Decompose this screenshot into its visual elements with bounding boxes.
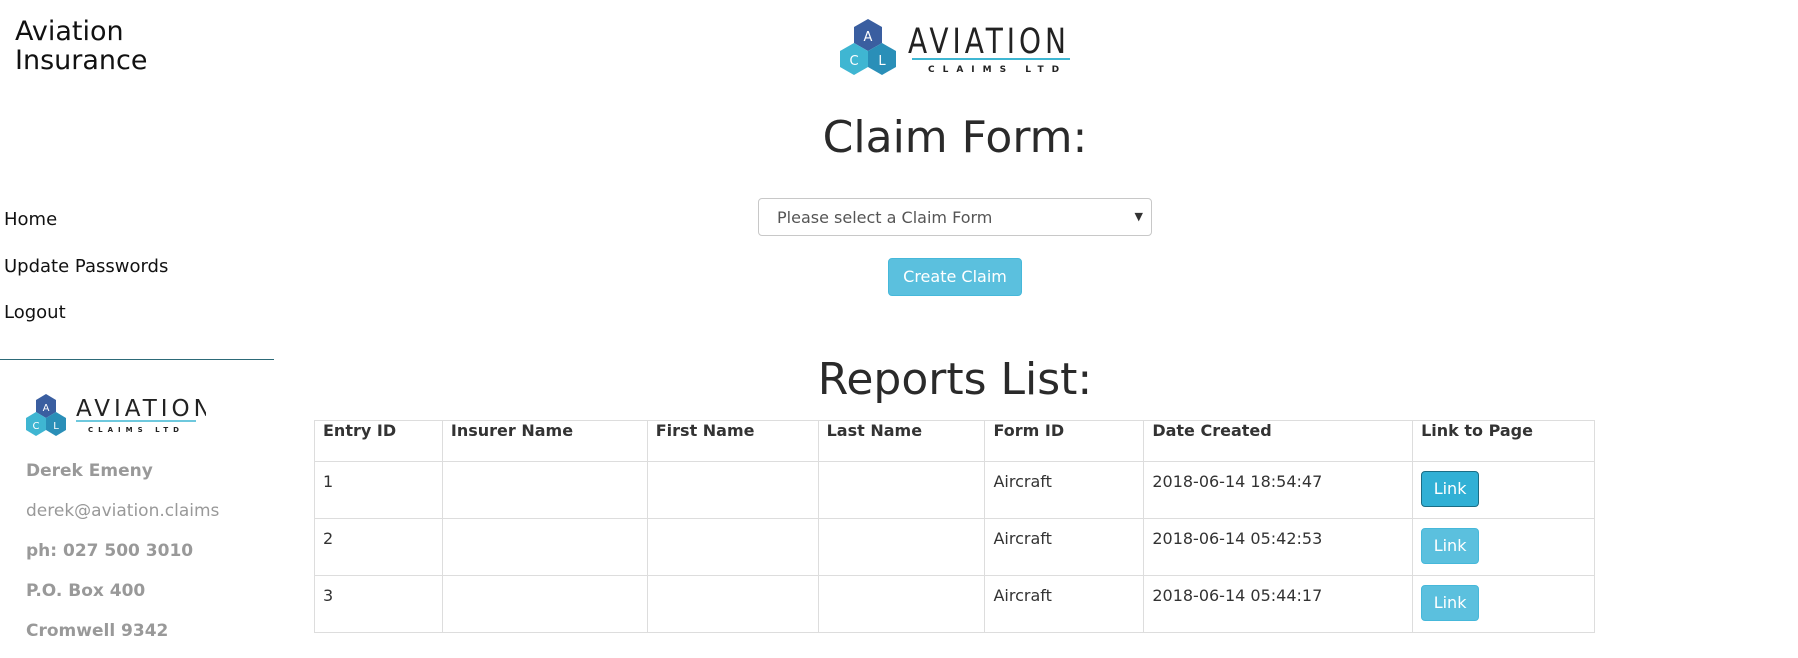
cell-last-name: [817, 461, 986, 519]
header-logo-letter-c: C: [849, 54, 858, 69]
contact-phone: ph: 027 500 3010: [26, 541, 194, 561]
table-row: 3 Aircraft 2018-06-14 05:44:17 Link: [314, 575, 1595, 633]
claim-form-select[interactable]: Please select a Claim Form ▼: [758, 198, 1152, 236]
cell-form-id: Aircraft: [984, 461, 1145, 519]
contact-name: Derek Emeny: [26, 461, 153, 481]
cell-date-created: 2018-06-14 18:54:47: [1143, 461, 1414, 519]
cell-insurer-name: [441, 461, 648, 519]
nav-update-passwords[interactable]: Update Passwords: [4, 252, 168, 299]
nav-home[interactable]: Home: [4, 205, 168, 252]
cell-first-name: [646, 575, 819, 633]
nav-logout[interactable]: Logout: [4, 298, 168, 345]
link-button[interactable]: Link: [1421, 528, 1480, 564]
column-header: Form ID: [984, 420, 1145, 462]
header-logo: A C L AVIATION CLAIMS LTD: [840, 15, 1080, 83]
column-header: Date Created: [1143, 420, 1414, 462]
cell-first-name: [646, 518, 819, 576]
contact-info: Derek Emeny derek@aviation.claims ph: 02…: [26, 458, 219, 658]
chevron-down-icon: ▼: [1134, 210, 1143, 223]
cell-insurer-name: [441, 575, 648, 633]
contact-po-box: P.O. Box 400: [26, 581, 146, 601]
header-logo-letter-a: A: [864, 30, 873, 45]
table-row: 1 Aircraft 2018-06-14 18:54:47 Link: [314, 461, 1595, 519]
link-button[interactable]: Link: [1421, 585, 1480, 621]
create-claim-button[interactable]: Create Claim: [888, 258, 1022, 296]
column-header: Link to Page: [1412, 420, 1595, 462]
logo-letter-c: C: [33, 421, 40, 432]
header-logo-word: AVIATION: [908, 22, 1070, 62]
cell-last-name: [817, 575, 986, 633]
cell-first-name: [646, 461, 819, 519]
cell-insurer-name: [441, 518, 648, 576]
cell-form-id: Aircraft: [984, 575, 1145, 633]
reports-table: Entry ID Insurer Name First Name Last Na…: [314, 420, 1595, 633]
cell-entry-id: 2: [314, 518, 443, 576]
cell-last-name: [817, 518, 986, 576]
cell-entry-id: 3: [314, 575, 443, 633]
cell-entry-id: 1: [314, 461, 443, 519]
contact-city: Cromwell 9342: [26, 621, 169, 641]
claim-form-select-value: Please select a Claim Form: [777, 208, 993, 227]
cell-link: Link: [1412, 518, 1595, 576]
claim-form-title: Claim Form:: [822, 112, 1088, 163]
cell-link: Link: [1412, 461, 1595, 519]
column-header: Insurer Name: [441, 420, 648, 462]
cell-link: Link: [1412, 575, 1595, 633]
logo-sub: CLAIMS LTD: [88, 426, 184, 434]
link-button[interactable]: Link: [1421, 471, 1480, 507]
column-header: Entry ID: [314, 420, 443, 462]
cell-form-id: Aircraft: [984, 518, 1145, 576]
header-logo-sub: CLAIMS LTD: [928, 65, 1067, 75]
cell-date-created: 2018-06-14 05:44:17: [1143, 575, 1414, 633]
column-header: First Name: [646, 420, 819, 462]
sidebar-nav: Home Update Passwords Logout: [4, 205, 168, 345]
table-header-row: Entry ID Insurer Name First Name Last Na…: [314, 420, 1595, 462]
contact-email[interactable]: derek@aviation.claims: [26, 498, 219, 538]
reports-list-title: Reports List:: [817, 354, 1093, 405]
site-title: Aviation Insurance: [15, 16, 148, 76]
header-logo-letter-l: L: [878, 54, 886, 69]
table-row: 2 Aircraft 2018-06-14 05:42:53 Link: [314, 518, 1595, 576]
cell-date-created: 2018-06-14 05:42:53: [1143, 518, 1414, 576]
column-header: Last Name: [817, 420, 986, 462]
logo-letter-l: L: [53, 421, 59, 432]
